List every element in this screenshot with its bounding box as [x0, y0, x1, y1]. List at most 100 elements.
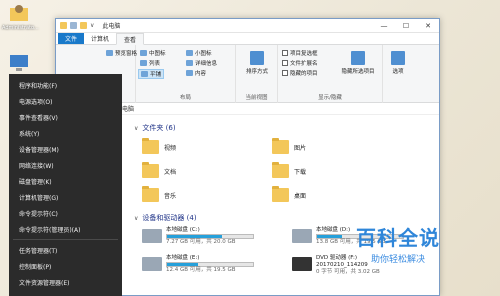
- file-extensions-toggle[interactable]: 文件扩展名: [282, 59, 318, 67]
- watermark: 百科全说 助你轻松解决: [338, 222, 458, 265]
- layout-list[interactable]: 列表: [140, 59, 160, 67]
- chevron-down-icon: ∨: [134, 214, 139, 222]
- options-icon: [391, 51, 405, 65]
- minimize-button[interactable]: —: [373, 19, 395, 33]
- checkbox-icon: [282, 60, 288, 66]
- chevron-down-icon: ∨: [134, 124, 139, 132]
- hide-selected-button[interactable]: 隐藏所选项目: [338, 51, 378, 75]
- folder-label: 文档: [164, 168, 177, 176]
- checkbox-label: 项目复选框: [290, 51, 318, 57]
- drive-free-space: 7.27 GB 可用，共 20.0 GB: [166, 239, 236, 245]
- layout-details[interactable]: 详细信息: [186, 59, 217, 67]
- layout-label: 小图标: [195, 51, 212, 57]
- preview-pane-label: 预览窗格: [115, 51, 138, 57]
- quick-access-toolbar: ∨: [60, 22, 94, 29]
- sort-label: 排序方式: [245, 69, 268, 75]
- drive-name: 本地磁盘 (C:): [166, 227, 200, 233]
- close-button[interactable]: ✕: [417, 19, 439, 33]
- folder-icon[interactable]: [60, 22, 67, 29]
- chevron-down-icon[interactable]: ∨: [90, 22, 94, 29]
- computer-icon: [8, 52, 30, 74]
- layout-tiles[interactable]: 平铺: [138, 69, 165, 79]
- menu-item[interactable]: 命令提示符(C): [9, 205, 122, 221]
- drive-usage-fill: [167, 235, 223, 238]
- tiles-icon: [141, 71, 148, 77]
- drive-e[interactable]: 本地磁盘 (E:) 12.4 GB 可用，共 19.5 GB: [142, 255, 292, 279]
- checkbox-icon: [282, 50, 288, 56]
- desktop-icon-label: Administrato...: [2, 25, 39, 31]
- folder-label: 图片: [294, 144, 307, 152]
- layout-label: 中图标: [149, 51, 166, 57]
- folder-icon: [272, 186, 289, 202]
- hard-drive-icon: [292, 229, 312, 243]
- ribbon-group-layout: 中图标 小图标 列表 详细信息 平铺 内容 布局: [136, 45, 236, 103]
- drive-c[interactable]: 本地磁盘 (C:) 7.27 GB 可用，共 20.0 GB: [142, 227, 292, 251]
- menu-item[interactable]: 任务管理器(T): [9, 242, 122, 258]
- ribbon-tabs: 文件 计算机 查看: [56, 33, 439, 45]
- menu-item[interactable]: 系统(Y): [9, 125, 122, 141]
- list-icon: [140, 60, 147, 66]
- folder-icon: [272, 138, 289, 154]
- folders-section-header[interactable]: ∨ 文件夹 (6): [134, 123, 439, 133]
- menu-item[interactable]: 电源选项(O): [9, 93, 122, 109]
- folder-desktop[interactable]: 桌面: [272, 185, 402, 205]
- drive-name: 本地磁盘 (E:): [166, 255, 200, 261]
- drive-free-space: 12.4 GB 可用，共 19.5 GB: [166, 267, 236, 273]
- folder-label: 视频: [164, 144, 177, 152]
- preview-pane-button[interactable]: 预览窗格: [106, 49, 137, 57]
- content-icon: [186, 70, 193, 76]
- layout-label: 列表: [149, 61, 161, 67]
- ribbon-group-options: 选项: [383, 45, 413, 103]
- folder-videos[interactable]: 视频: [142, 137, 272, 157]
- menu-item[interactable]: 计算机管理(G): [9, 189, 122, 205]
- folders-grid: 视频 图片 文档 下载 音乐 桌面: [134, 137, 439, 205]
- hide-selected-label: 隐藏所选项目: [341, 69, 375, 75]
- item-checkboxes-toggle[interactable]: 项目复选框: [282, 49, 318, 57]
- layout-label: 平铺: [150, 72, 162, 78]
- layout-content[interactable]: 内容: [186, 69, 206, 77]
- menu-item[interactable]: 程序和功能(F): [9, 77, 122, 93]
- new-folder-icon[interactable]: [80, 22, 87, 29]
- options-button[interactable]: 选项: [386, 51, 410, 75]
- hidden-items-toggle[interactable]: 隐藏的项目: [282, 69, 318, 77]
- watermark-title: 百科全说: [356, 226, 440, 250]
- details-icon: [186, 60, 193, 66]
- sort-by-button[interactable]: 排序方式: [239, 51, 275, 75]
- medium-icons-icon: [140, 50, 147, 56]
- options-label: 选项: [392, 69, 404, 75]
- folder-label: 音乐: [164, 192, 177, 200]
- window-title: 此电脑: [102, 23, 121, 30]
- group-name-current-view: 当前视图: [245, 95, 268, 101]
- main-content: ∨ 文件夹 (6) 视频 图片 文档 下载 音乐 桌面 ∨ 设备和驱动器 (4) 本…: [116, 117, 439, 295]
- group-name-layout: 布局: [179, 95, 191, 101]
- tab-file[interactable]: 文件: [58, 33, 85, 44]
- group-name-show-hide: 显示/隐藏: [318, 95, 342, 101]
- folder-icon: [142, 186, 159, 202]
- menu-item[interactable]: 网络连接(W): [9, 157, 122, 173]
- dvd-drive-icon: [292, 257, 312, 271]
- layout-medium-icons[interactable]: 中图标: [140, 49, 166, 57]
- layout-small-icons[interactable]: 小图标: [186, 49, 212, 57]
- title-bar: ∨ 此电脑 — ☐ ✕: [56, 19, 439, 33]
- desktop-icon-user[interactable]: Administrato...: [2, 2, 42, 31]
- properties-icon[interactable]: [70, 22, 77, 29]
- menu-item[interactable]: 事件查看器(V): [9, 109, 122, 125]
- sort-icon: [250, 51, 264, 65]
- folder-music[interactable]: 音乐: [142, 185, 272, 205]
- preview-pane-icon: [106, 50, 113, 56]
- tab-view[interactable]: 查看: [116, 33, 145, 45]
- maximize-button[interactable]: ☐: [395, 19, 417, 33]
- folder-documents[interactable]: 文档: [142, 161, 272, 181]
- menu-item[interactable]: 磁盘管理(K): [9, 173, 122, 189]
- menu-item[interactable]: 文件资源管理器(E): [9, 274, 122, 290]
- menu-item[interactable]: 命令提示符(管理员)(A): [9, 221, 122, 237]
- menu-item[interactable]: 控制面板(P): [9, 258, 122, 274]
- drives-section-title: 设备和驱动器 (4): [142, 214, 197, 222]
- menu-item[interactable]: 设备管理器(M): [9, 141, 122, 157]
- folder-downloads[interactable]: 下载: [272, 161, 402, 181]
- folder-label: 桌面: [294, 192, 307, 200]
- checkbox-icon: [282, 70, 288, 76]
- tab-computer[interactable]: 计算机: [84, 33, 116, 44]
- desktop-icon-computer[interactable]: [2, 52, 42, 74]
- folder-pictures[interactable]: 图片: [272, 137, 402, 157]
